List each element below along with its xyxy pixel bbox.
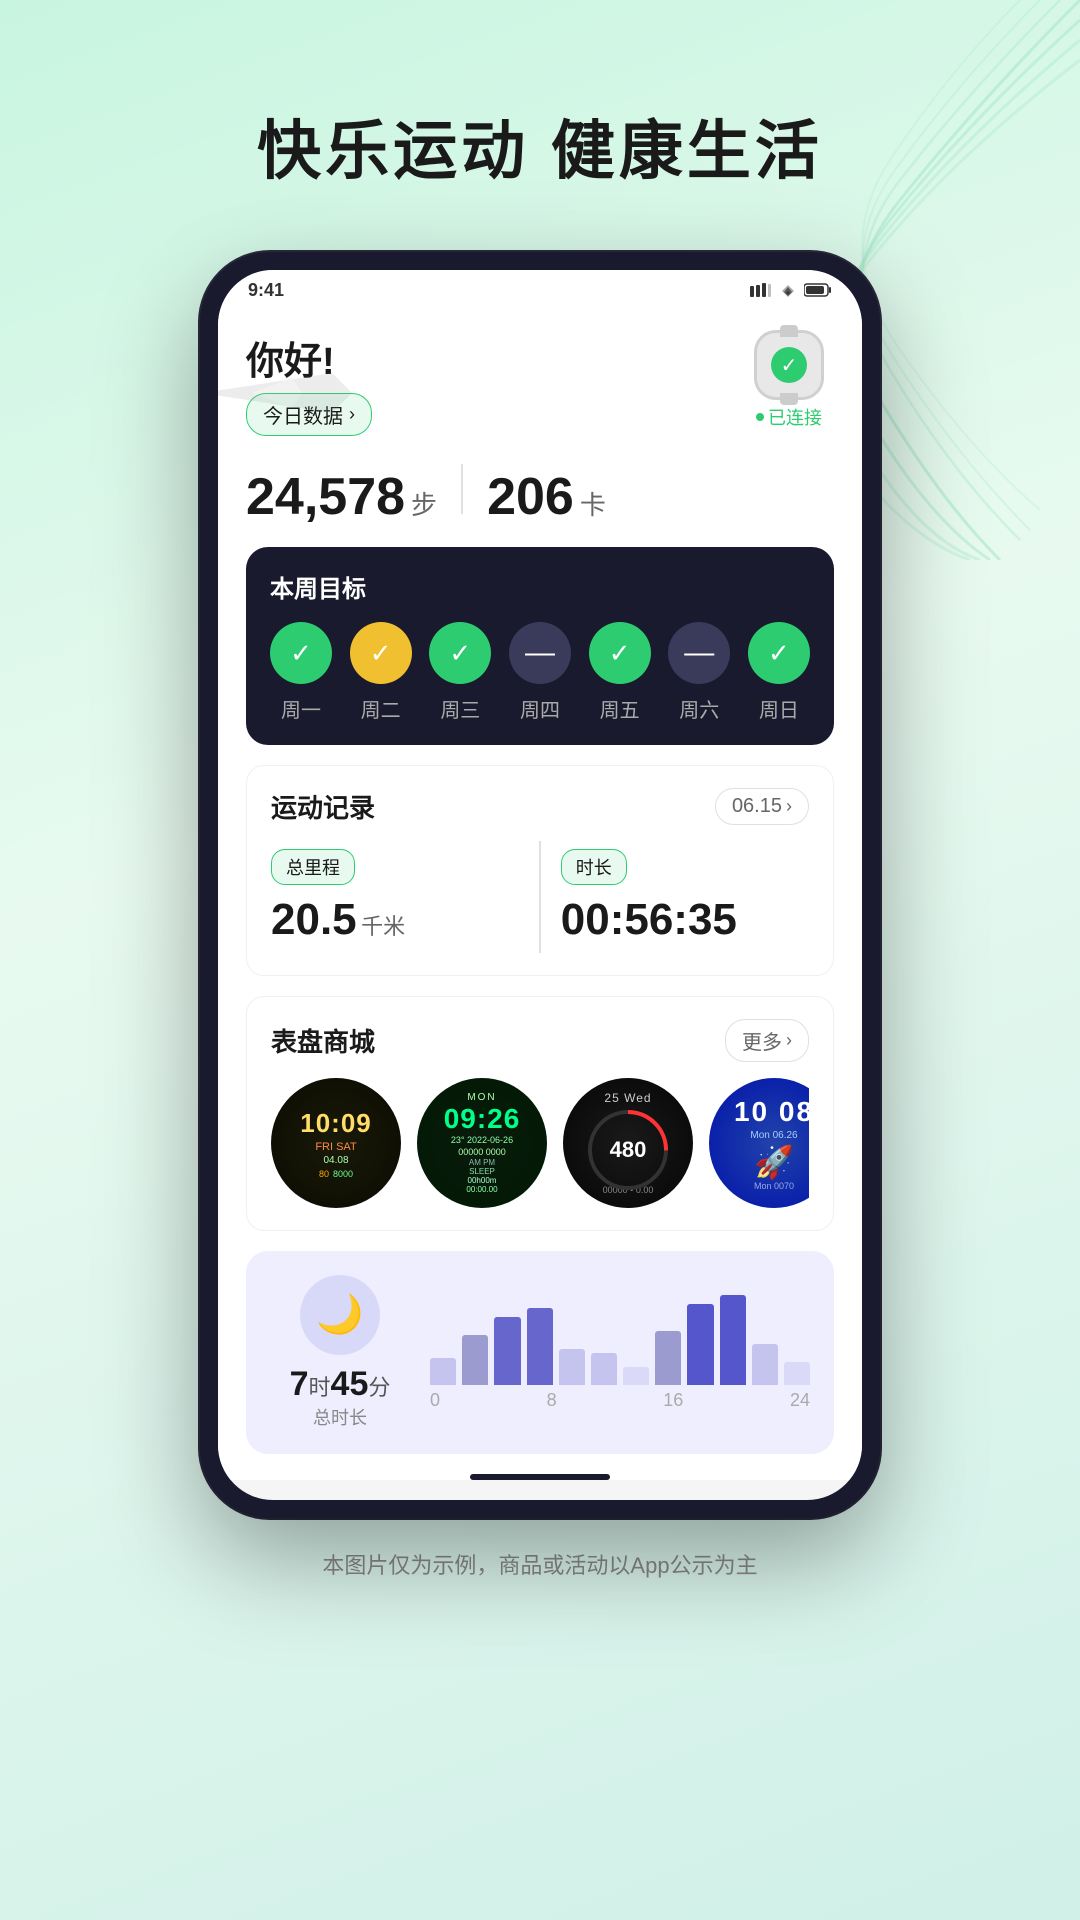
sleep-bar-2 [462,1335,488,1385]
sleep-section: 🌙 7时45分 总时长 [246,1251,834,1454]
watch-icon-container: ✓ 已连接 [744,330,834,430]
connected-dot [756,413,764,421]
watch-faces-row: 10:09 FRI SAT 04.08 80 8000 MON 09:26 [271,1078,809,1208]
distance-unit: 千米 [361,914,405,939]
sleep-axis-16: 16 [663,1390,683,1411]
header-section: 你好! 今日数据 › [246,330,834,452]
app-content: 你好! 今日数据 › [218,310,862,1480]
sleep-bar-12 [784,1362,810,1385]
sleep-bar-9 [687,1304,713,1385]
days-circles-row: ✓ ✓ ✓ — ✓ — ✓ [270,622,810,684]
day-circle-thu: — [509,622,571,684]
day-label-sat: 周六 [668,694,730,723]
exercise-record-title: 运动记录 [271,788,375,825]
sleep-bar-11 [752,1344,778,1385]
sleep-axis-8: 8 [547,1390,557,1411]
phone-screen: 9:41 你好! [218,270,862,1500]
watch-face-4[interactable]: 10 08 Mon 06.26 🚀 Mon 0070 [709,1078,809,1208]
calories-unit: 卡 [580,485,606,522]
home-indicator [470,1474,610,1480]
distance-value: 20.5 [271,895,357,944]
exercise-record-section: 运动记录 06.15 › 总里程 20.5 千米 [246,765,834,976]
sleep-minutes: 45 [331,1365,369,1403]
duration-stat: 时长 00:56:35 [561,841,809,953]
days-labels-row: 周一 周二 周三 周四 周五 周六 周日 [270,694,810,723]
distance-value-row: 20.5 千米 [271,895,519,945]
sleep-bar-1 [430,1358,456,1385]
exercise-stats-row: 总里程 20.5 千米 时长 00:56:35 [271,841,809,953]
day-circle-wed: ✓ [429,622,491,684]
steps-number: 24,578 [246,467,405,527]
day-label-thu: 周四 [509,694,571,723]
sleep-axis: 0 8 16 24 [430,1390,810,1411]
sleep-axis-0: 0 [430,1390,440,1411]
distance-stat: 总里程 20.5 千米 [271,841,519,953]
stats-row: 24,578 步 206 卡 [246,464,834,527]
sleep-hours: 7 [290,1365,309,1403]
sleep-bar-7 [623,1367,649,1385]
duration-value: 00:56:35 [561,895,809,945]
watch-body: ✓ [754,330,824,400]
exercise-record-header: 运动记录 06.15 › [271,788,809,825]
day-label-fri: 周五 [589,694,651,723]
watch-check-icon: ✓ [771,347,807,383]
exercise-date-badge[interactable]: 06.15 › [715,788,809,825]
sleep-duration: 7时45分 [290,1365,391,1404]
sleep-left: 🌙 7时45分 总时长 [270,1275,410,1430]
watch-store-title: 表盘商城 [271,1022,375,1059]
phone-frame: 9:41 你好! [200,252,880,1518]
day-label-wed: 周三 [429,694,491,723]
steps-unit: 步 [411,485,437,522]
day-circle-tue: ✓ [350,622,412,684]
sleep-bar-8 [655,1331,681,1385]
sleep-bar-6 [591,1353,617,1385]
watch-store-more-button[interactable]: 更多 › [725,1019,809,1062]
watch-face-3[interactable]: 25 Wed 480 00000 • 0.00 [563,1078,693,1208]
sleep-minutes-unit: 分 [368,1375,390,1400]
day-label-mon: 周一 [270,694,332,723]
watch-store-section: 表盘商城 更多 › 10:09 FRI SAT 04.08 [246,996,834,1231]
hero-title: 快乐运动 健康生活 [0,0,1080,252]
calories-number: 206 [487,467,574,527]
sleep-bar-3 [494,1317,520,1385]
stat-divider [461,464,463,514]
day-label-sun: 周日 [748,694,810,723]
watch-store-header: 表盘商城 更多 › [271,1019,809,1062]
steps-stat: 24,578 步 [246,467,437,527]
weekly-goals-section: 本周目标 ✓ ✓ ✓ — ✓ — ✓ 周一 周二 周三 周四 [246,547,834,745]
day-circle-fri: ✓ [589,622,651,684]
status-bar: 9:41 [218,270,862,310]
sleep-bar-4 [527,1308,553,1385]
connected-label: 已连接 [756,404,822,430]
sleep-icon: 🌙 [300,1275,380,1355]
sleep-axis-24: 24 [790,1390,810,1411]
calories-stat: 206 卡 [487,467,606,527]
distance-label: 总里程 [271,849,355,885]
sleep-hours-unit: 时 [309,1375,331,1400]
day-circle-sat: — [668,622,730,684]
weekly-goals-title: 本周目标 [270,569,810,604]
watch-face-2[interactable]: MON 09:26 23° 2022-06-26 00000 0000 AM P… [417,1078,547,1208]
day-label-tue: 周二 [350,694,412,723]
watch-face-1[interactable]: 10:09 FRI SAT 04.08 80 8000 [271,1078,401,1208]
sleep-bar-5 [559,1349,585,1385]
exercise-divider [539,841,541,953]
sleep-total-label: 总时长 [313,1404,367,1430]
day-circle-mon: ✓ [270,622,332,684]
duration-label: 时长 [561,849,627,885]
day-circle-sun: ✓ [748,622,810,684]
sleep-bar-10 [720,1295,746,1385]
footer-text: 本图片仅为示例，商品或活动以App公示为主 [0,1518,1080,1630]
